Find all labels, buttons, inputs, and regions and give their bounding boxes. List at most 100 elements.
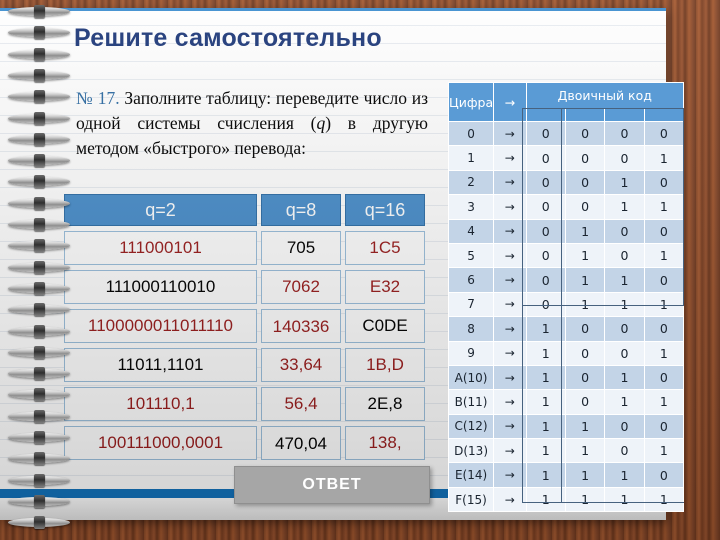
answer-button[interactable]: ОТВЕТ (234, 466, 430, 504)
task-description: № 17. Заполните таблицу: переведите числ… (76, 86, 428, 161)
cell-bit: 1 (525, 364, 566, 391)
cell-bit: 1 (643, 340, 685, 366)
spiral-clip (34, 68, 45, 82)
cell-digit: 5 (447, 242, 495, 269)
spiral-clip (34, 26, 45, 40)
header-binary-code: Двоичный код (525, 82, 685, 109)
cell-q16: 2E,8 (345, 387, 425, 421)
cell-q2: 1100000011011110 (64, 309, 257, 343)
cell-bit: 0 (643, 413, 685, 440)
table-row: 101110,1 56,4 2E,8 (64, 387, 439, 421)
cell-bit: 0 (604, 145, 645, 171)
cell-q2: 100111000,0001 (64, 426, 257, 460)
cell-q8: 33,64 (261, 348, 341, 382)
cell-q2: 101110,1 (64, 387, 257, 421)
cell-bit: 1 (604, 486, 645, 513)
spiral-ring (8, 387, 70, 402)
cell-bit: 0 (604, 242, 645, 269)
arrow-icon: → (493, 242, 527, 269)
cell-bit: 0 (604, 340, 645, 366)
spiral-binding (8, 4, 70, 536)
spiral-clip (34, 154, 45, 168)
cell-q16: C0DE (345, 309, 425, 343)
cell-bit: 1 (604, 169, 645, 196)
spiral-clip (34, 175, 45, 189)
cell-q2: 111000110010 (64, 270, 257, 304)
table-row: D(13) → 1 1 0 1 (447, 438, 685, 464)
table-row: 0 → 0 0 0 0 (447, 120, 685, 147)
cell-digit: A(10) (447, 364, 495, 391)
cell-bit: 0 (564, 194, 606, 220)
cell-bit: 0 (525, 267, 566, 293)
cell-bit: 0 (525, 120, 566, 147)
arrow-icon: → (493, 316, 527, 342)
table-row: C(12) → 1 1 0 0 (447, 413, 685, 440)
spiral-ring (8, 217, 70, 232)
cell-bit: 0 (643, 364, 685, 391)
table-row: 11011,1101 33,64 1B,D (64, 348, 439, 382)
col-header-q2: q=2 (64, 194, 257, 226)
cell-digit: 7 (447, 291, 495, 318)
cell-bit: 1 (525, 389, 566, 415)
table-row: 100111000,0001 470,04 138, (64, 426, 439, 460)
spiral-clip (34, 409, 45, 423)
arrow-icon: → (493, 218, 527, 244)
spiral-clip (34, 5, 45, 18)
spiral-clip (34, 260, 45, 274)
cell-bit: 0 (643, 462, 685, 488)
cell-digit: D(13) (447, 438, 495, 464)
spiral-clip (34, 324, 45, 338)
cell-bit: 1 (604, 267, 645, 293)
cell-bit: 0 (643, 169, 685, 196)
col-header-q16: q=16 (345, 194, 425, 226)
table-row: 8 → 1 0 0 0 (447, 316, 685, 342)
header-bit-4 (643, 108, 685, 122)
cell-bit: 1 (643, 389, 685, 415)
cell-digit: 2 (447, 169, 495, 196)
cell-bit: 0 (604, 218, 645, 244)
cell-q8: 140336 (261, 309, 341, 343)
cell-bit: 1 (643, 438, 685, 464)
col-header-q8: q=8 (261, 194, 341, 226)
spiral-clip (34, 218, 45, 231)
arrow-icon: → (493, 194, 527, 220)
cell-digit: E(14) (447, 462, 495, 488)
table-row: 9 → 1 0 0 1 (447, 340, 685, 366)
cell-bit: 0 (643, 218, 685, 244)
cell-bit: 1 (564, 242, 606, 269)
spiral-ring (8, 4, 70, 19)
cell-bit: 1 (604, 291, 645, 318)
cell-digit: 1 (447, 145, 495, 171)
task-variable: q (316, 112, 326, 133)
cell-bit: 1 (564, 267, 606, 293)
cell-digit: F(15) (447, 486, 495, 513)
spiral-clip (34, 196, 45, 210)
cell-bit: 1 (643, 145, 685, 171)
spiral-clip (34, 345, 45, 359)
spiral-ring (8, 451, 70, 466)
table-row: 2 → 0 0 1 0 (447, 169, 685, 196)
spiral-clip (34, 132, 45, 146)
cell-bit: 1 (525, 340, 566, 366)
cell-digit: 6 (447, 267, 495, 293)
spiral-ring (8, 324, 70, 339)
cell-bit: 0 (525, 194, 566, 220)
spiral-ring (8, 89, 70, 104)
cell-bit: 1 (643, 194, 685, 220)
table-row: 5 → 0 1 0 1 (447, 242, 685, 269)
conversion-table-header: q=2 q=8 q=16 (64, 194, 439, 226)
cell-digit: 8 (447, 316, 495, 342)
arrow-icon: → (493, 389, 527, 415)
cell-bit: 0 (604, 316, 645, 342)
cell-q8: 470,04 (261, 426, 341, 460)
cell-bit: 1 (525, 438, 566, 464)
spiral-ring (8, 345, 70, 360)
cell-bit: 1 (564, 486, 606, 513)
spiral-ring (8, 260, 70, 275)
cell-bit: 1 (564, 291, 606, 318)
cell-bit: 1 (564, 218, 606, 244)
spiral-ring (8, 409, 70, 424)
cell-bit: 1 (604, 462, 645, 488)
page-top-rule (0, 8, 666, 11)
binary-table-header: Цифра → Двоичный код (447, 82, 685, 122)
